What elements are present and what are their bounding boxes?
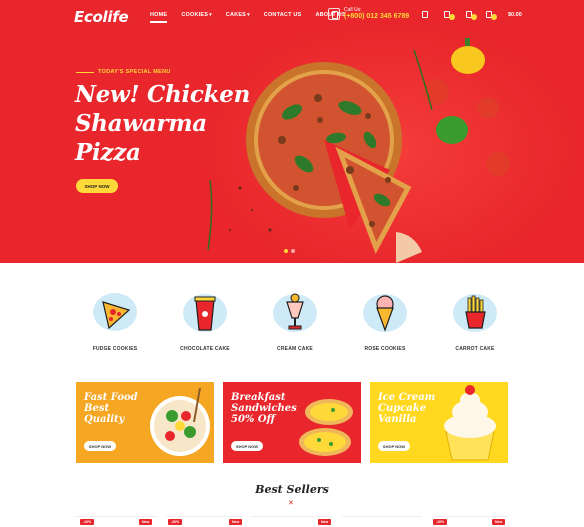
- discount-badge: -10%: [80, 519, 95, 525]
- discount-badge: -20%: [168, 519, 183, 525]
- phone-icon: [328, 7, 340, 20]
- header-actions: $0.00: [422, 11, 522, 20]
- phone-number[interactable]: (+800) 012 345 6789: [344, 13, 409, 20]
- nav-contact-us[interactable]: CONTACT US: [264, 12, 302, 18]
- kicker-text: TODAY'S SPECIAL MENU: [98, 69, 171, 75]
- pizza-slice-icon: [93, 293, 137, 331]
- category-label: CHOCOLATE CAKE: [180, 346, 230, 352]
- new-badge: New: [492, 519, 506, 525]
- nav-cookies[interactable]: COOKIES▾: [181, 12, 211, 18]
- slider-dot-2[interactable]: [291, 249, 295, 253]
- banner-title: Fast Food Best Quality: [84, 392, 138, 425]
- hero-kicker: TODAY'S SPECIAL MENU: [76, 69, 171, 75]
- hero-slider: Ecolife HOME COOKIES▾ CAKES▾ CONTACT US …: [0, 0, 584, 263]
- french-fries-icon: [453, 294, 497, 332]
- category-rose-cookies[interactable]: ROSE COOKIES: [340, 286, 430, 352]
- site-logo[interactable]: Ecolife: [74, 8, 129, 26]
- category-carrot-cake[interactable]: CARROT CAKE: [430, 286, 520, 352]
- slider-dots: [284, 249, 295, 253]
- category-label: FUDGE COOKIES: [92, 346, 138, 352]
- heart-icon[interactable]: [444, 11, 455, 20]
- kicker-line: [76, 71, 94, 73]
- discount-badge: -10%: [433, 519, 448, 525]
- banner-title: Ice Cream Cupcake Vanilla: [378, 392, 436, 425]
- yellow-pepper-icon: [451, 38, 485, 74]
- banner-shop-now-button[interactable]: SHOP NOW: [231, 441, 263, 451]
- banner-shop-now-button[interactable]: SHOP NOW: [378, 441, 410, 451]
- salad-bowl-image: [150, 387, 210, 456]
- compare-icon[interactable]: [466, 11, 477, 20]
- new-badge: New: [139, 519, 153, 525]
- category-chocolate-cake[interactable]: CHOCOLATE CAKE: [160, 286, 250, 352]
- category-fudge-cookies[interactable]: FUDGE COOKIES: [70, 286, 160, 352]
- call-us[interactable]: Call Us: (+800) 012 345 6789: [328, 7, 409, 20]
- sandwich-image: [299, 399, 353, 456]
- banner-fast-food[interactable]: Fast Food Best Quality SHOP NOW: [76, 382, 214, 463]
- ice-cream-cone-icon: [363, 294, 407, 332]
- chevron-down-icon: ▾: [209, 12, 212, 18]
- cupcake-image: [444, 385, 496, 461]
- nav-home[interactable]: HOME: [150, 12, 168, 23]
- cart-total[interactable]: $0.00: [508, 12, 522, 18]
- new-badge: New: [318, 519, 332, 525]
- slider-dot-1[interactable]: [284, 249, 288, 253]
- chevron-down-icon: ▾: [247, 12, 250, 18]
- utensils-icon: ✕: [288, 500, 294, 507]
- new-badge: New: [229, 519, 243, 525]
- category-label: CREAM CAKE: [277, 346, 313, 352]
- hero-shop-now-button[interactable]: SHOP NOW: [76, 179, 118, 193]
- milkshake-icon: [273, 293, 317, 332]
- banner-breakfast-sandwiches[interactable]: Breakfast Sandwiches 50% Off SHOP NOW: [223, 382, 361, 463]
- banner-shop-now-button[interactable]: SHOP NOW: [84, 441, 116, 451]
- banner-title: Breakfast Sandwiches 50% Off: [231, 392, 297, 425]
- category-label: ROSE COOKIES: [364, 346, 406, 352]
- category-cream-cake[interactable]: CREAM CAKE: [250, 286, 340, 352]
- pizza-image: [207, 38, 510, 263]
- product-card[interactable]: [342, 516, 422, 527]
- nav-cakes[interactable]: CAKES▾: [226, 12, 250, 18]
- soda-cup-icon: [183, 294, 227, 332]
- category-row: FUDGE COOKIES CHOCOLATE CAKE CREAM CAKE …: [70, 286, 520, 352]
- user-icon[interactable]: [422, 11, 428, 18]
- best-sellers-title: Best Sellers: [255, 483, 329, 496]
- category-label: CARROT CAKE: [455, 346, 495, 352]
- cart-icon[interactable]: [486, 11, 497, 20]
- banner-ice-cream-cupcake[interactable]: Ice Cream Cupcake Vanilla SHOP NOW: [370, 382, 508, 463]
